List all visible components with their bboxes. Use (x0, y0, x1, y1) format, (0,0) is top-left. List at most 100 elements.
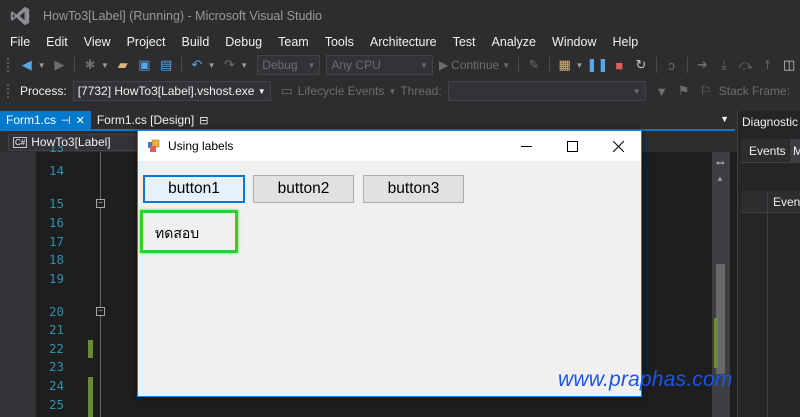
flag-icon[interactable]: ⚐ (696, 81, 716, 101)
line-number: 14 (48, 163, 64, 178)
toolbar-grip[interactable] (6, 83, 10, 99)
save-icon[interactable]: ▣ (135, 55, 155, 75)
tab-overflow-chevron-icon[interactable]: ▼ (720, 114, 729, 124)
maximize-button[interactable] (549, 131, 595, 161)
lifecycle-events-label[interactable]: Lifecycle Events (298, 84, 385, 98)
process-select[interactable]: [7732] HowTo3[Label].vshost.exe ▼ (72, 81, 271, 101)
pin-icon[interactable]: ⊟ (199, 114, 208, 127)
tab-form1-cs[interactable]: Form1.cs ⊣ ✕ (0, 111, 91, 129)
toolbar-separator (548, 57, 550, 73)
menu-file[interactable]: File (0, 35, 38, 49)
line-number: 23 (48, 359, 64, 374)
window-title: HowTo3[Label] (Running) - Microsoft Visu… (43, 9, 323, 23)
filter-icon[interactable]: ▼ (652, 81, 672, 101)
menu-analyze[interactable]: Analyze (484, 35, 544, 49)
chevron-down-icon: ▼ (257, 86, 266, 96)
tab-form1-design[interactable]: Form1.cs [Design] ⊟ (91, 111, 215, 129)
tab-memory[interactable]: M (790, 139, 800, 162)
menu-build[interactable]: Build (173, 35, 217, 49)
flag-thread-icon[interactable]: ⚑ (674, 81, 694, 101)
solution-platform-select[interactable]: Any CPU ▼ (326, 55, 433, 75)
menu-bar: File Edit View Project Build Debug Team … (0, 32, 800, 52)
maximize-icon (566, 140, 578, 152)
lifecycle-events-icon[interactable]: ▭ (277, 81, 297, 101)
form-title-bar[interactable]: Using labels (138, 131, 641, 161)
form-app-icon (148, 139, 160, 152)
button1[interactable]: button1 (143, 175, 245, 203)
line-number: 25 (48, 397, 64, 412)
form-title: Using labels (168, 139, 234, 153)
step-into-icon[interactable]: ⤓ (714, 55, 734, 75)
events-column-header[interactable]: Event (741, 191, 800, 213)
redo-icon[interactable]: ↷ (220, 55, 240, 75)
menu-tools[interactable]: Tools (317, 35, 362, 49)
split-editor-icon[interactable]: ⇔ (714, 154, 727, 169)
menu-team[interactable]: Team (270, 35, 317, 49)
scroll-change-marker (714, 318, 718, 368)
close-icon[interactable]: ✕ (76, 114, 85, 127)
watermark: www.praphas.com (558, 368, 733, 391)
menu-view[interactable]: View (76, 35, 119, 49)
menu-help[interactable]: Help (604, 35, 646, 49)
minimize-button[interactable] (503, 131, 549, 161)
diagnostic-tools-panel: Diagnostic Events M Event (737, 111, 800, 417)
document-tabs: Form1.cs ⊣ ✕ Form1.cs [Design] ⊟ ▼ (0, 111, 735, 131)
chevron-down-icon[interactable]: ▼ (208, 61, 216, 70)
tab-memory-label: M (793, 143, 800, 158)
breakpoints-icon[interactable]: ◫ (779, 55, 799, 75)
stack-frame-label: Stack Frame: (718, 84, 791, 98)
project-nav-select[interactable]: C# HowTo3[Label] (8, 133, 138, 151)
menu-debug[interactable]: Debug (217, 35, 270, 49)
show-next-statement-icon[interactable]: ➜ (693, 55, 713, 75)
chevron-down-icon[interactable]: ▼ (101, 61, 109, 70)
open-folder-icon[interactable]: ▰ (113, 55, 133, 75)
step-over-icon[interactable]: ⤼ (736, 55, 756, 75)
menu-test[interactable]: Test (445, 35, 484, 49)
line-number: 24 (48, 378, 64, 393)
line-number: 15 (48, 196, 64, 211)
new-project-icon[interactable]: ✱ (80, 55, 100, 75)
button1-label: button1 (168, 180, 220, 197)
close-button[interactable] (595, 131, 641, 161)
save-all-icon[interactable]: ▤ (156, 55, 176, 75)
button3[interactable]: button3 (363, 175, 464, 203)
play-icon: ▶ (438, 58, 449, 72)
process-value: [7732] HowTo3[Label].vshost.exe (77, 84, 255, 98)
stop-icon[interactable]: ■ (609, 55, 629, 75)
undo-icon[interactable]: ↶ (187, 55, 207, 75)
close-icon (612, 140, 624, 152)
platform-value: Any CPU (331, 58, 381, 72)
toolbar-separator (180, 57, 182, 73)
scroll-up-icon[interactable]: ▲ (716, 174, 724, 183)
continue-button[interactable]: ▶ Continue ▼ (439, 58, 510, 72)
menu-edit[interactable]: Edit (38, 35, 76, 49)
browser-link-icon[interactable]: ▦ (555, 55, 575, 75)
menu-architecture[interactable]: Architecture (362, 35, 445, 49)
solution-configuration-select[interactable]: Debug ▼ (257, 55, 321, 75)
menu-window[interactable]: Window (544, 35, 604, 49)
change-marker (88, 377, 93, 417)
tab-events[interactable]: Events (741, 139, 789, 162)
toolbar-grip[interactable] (6, 57, 10, 73)
line-number: 18 (48, 252, 64, 267)
collapse-icon[interactable]: − (96, 199, 105, 208)
collapse-icon[interactable]: − (96, 307, 105, 316)
debug-location-toolbar: Process: [7732] HowTo3[Label].vshost.exe… (0, 79, 800, 103)
step-out-icon[interactable]: ⤒ (758, 55, 778, 75)
navigate-back-icon[interactable]: ◀ (17, 55, 37, 75)
pin-icon[interactable]: ⊣ (61, 114, 71, 127)
standard-toolbar: ◀ ▼ ▶ ✱ ▼ ▰ ▣ ▤ ↶ ▼ ↷ ▼ Debug ▼ Any CPU … (0, 53, 800, 77)
chevron-down-icon[interactable]: ▼ (388, 87, 396, 96)
editor-left-strip (0, 152, 36, 417)
thread-select[interactable]: ▼ (447, 81, 646, 101)
button2[interactable]: button2 (253, 175, 354, 203)
pause-icon[interactable]: ❚❚ (587, 55, 609, 75)
attach-icon[interactable]: ✎ (524, 55, 544, 75)
chevron-down-icon[interactable]: ▼ (38, 61, 46, 70)
hot-reload-icon[interactable]: ↄ (662, 55, 682, 75)
menu-project[interactable]: Project (119, 35, 174, 49)
navigate-forward-icon[interactable]: ▶ (50, 55, 70, 75)
chevron-down-icon[interactable]: ▼ (576, 61, 584, 70)
restart-icon[interactable]: ↻ (631, 55, 651, 75)
chevron-down-icon[interactable]: ▼ (240, 61, 248, 70)
